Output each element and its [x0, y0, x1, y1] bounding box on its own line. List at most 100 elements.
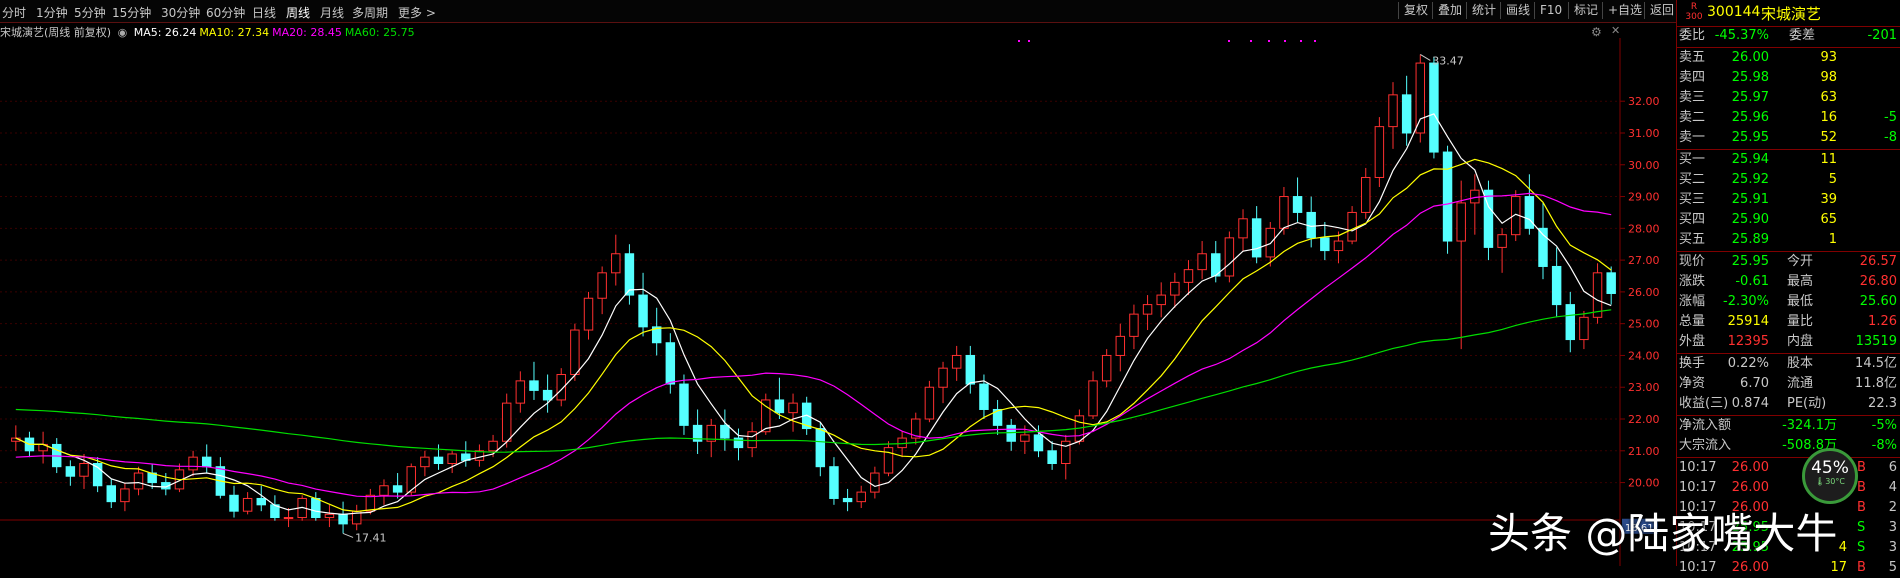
candle-body	[242, 497, 253, 512]
period-tab-4[interactable]: 30分钟	[161, 4, 200, 21]
tool-button-3[interactable]: 画线	[1500, 2, 1535, 19]
close-icon[interactable]: ✕	[1611, 24, 1620, 37]
tool-button-0[interactable]: 复权	[1398, 2, 1433, 19]
cell: -324.1万	[1782, 418, 1837, 433]
tool-button-7[interactable]: 返回	[1644, 2, 1679, 19]
candle-body	[1047, 450, 1057, 465]
candle-body	[392, 485, 403, 493]
candle-body	[65, 466, 76, 477]
cell: B	[1857, 560, 1866, 575]
candle-body	[624, 253, 635, 296]
tool-button-2[interactable]: 统计	[1466, 2, 1501, 19]
cell: 25.98	[1731, 70, 1769, 85]
gear-icon[interactable]: ⚙	[1591, 25, 1602, 39]
tool-button-5[interactable]: 标记	[1568, 2, 1603, 19]
y-tick-label: 20.00	[1628, 477, 1660, 490]
cell: -8%	[1871, 438, 1897, 453]
ma60-line	[15, 309, 1612, 453]
stat-row-1: 净资 6.70 流通 11.8亿	[1677, 374, 1900, 394]
cell: 5	[1888, 560, 1897, 575]
cell: 25.96	[1731, 110, 1769, 125]
tick-row-5: 10:17 26.00 17 B 5	[1677, 558, 1900, 578]
cell: B	[1857, 480, 1866, 495]
buy-level-3: 买四 25.90 65	[1677, 210, 1900, 230]
quote-row-2: 涨幅 -2.30% 最低 25.60	[1677, 292, 1900, 312]
tool-button-4[interactable]: F10	[1534, 2, 1567, 19]
tool-button-1[interactable]: 叠加	[1432, 2, 1467, 19]
period-tab-9[interactable]: 多周期	[352, 4, 388, 21]
period-tab-2[interactable]: 5分钟	[74, 4, 106, 21]
candle-body	[1456, 202, 1466, 242]
cell: 25.89	[1731, 232, 1769, 247]
cell: 26.00	[1731, 460, 1769, 475]
cell: -5	[1884, 110, 1897, 125]
cell: B	[1857, 460, 1866, 475]
high-price-label: 33.47	[1432, 54, 1464, 67]
candle-body	[597, 272, 607, 299]
cell: 买一	[1679, 152, 1706, 167]
tool-button-6[interactable]: +自选	[1602, 2, 1647, 19]
candle-body	[79, 463, 89, 477]
period-tab-10[interactable]: 更多 >	[398, 4, 436, 21]
cell: 卖二	[1679, 110, 1706, 125]
cell: 16	[1820, 110, 1837, 125]
cell: 25.92	[1731, 172, 1769, 187]
y-tick-label: 22.00	[1628, 413, 1660, 426]
kline-chart[interactable]: 32.00 31.00 30.00 29.00 28.00 27.00 26.00 25.00…	[0, 38, 1676, 566]
cell: 3	[1888, 520, 1897, 535]
candle-body	[679, 383, 689, 426]
candle-body	[951, 354, 962, 369]
cpu-gauge: 45% 🌡30°C	[1802, 448, 1858, 504]
period-tab-1[interactable]: 1分钟	[36, 4, 68, 21]
period-tab-0[interactable]: 分时	[2, 4, 26, 21]
candle-body	[515, 380, 526, 404]
period-tab-6[interactable]: 日线	[252, 4, 276, 21]
cell: 11.8亿	[1855, 376, 1897, 391]
cell: 今开	[1787, 254, 1814, 269]
candle-body	[1606, 272, 1616, 294]
period-tab-8[interactable]: 月线	[320, 4, 344, 21]
candle-body	[1088, 380, 1098, 417]
cell: 25.94	[1731, 152, 1769, 167]
candle-body	[283, 517, 294, 520]
candle-body	[883, 447, 894, 474]
cell: 买三	[1679, 192, 1706, 207]
cell: 买二	[1679, 172, 1706, 187]
candle-body	[1565, 304, 1576, 341]
stat-row-0: 换手 0.22% 股本 14.5亿	[1677, 354, 1900, 374]
cell: 6.70	[1740, 376, 1769, 391]
candle-body	[1470, 189, 1480, 204]
cell: 3	[1888, 540, 1897, 555]
period-toolbar: 分时 1分钟 5分钟 15分钟 30分钟 60分钟 日线 周线 月线 多周期 更多 > 复权 叠加 统计画…	[0, 0, 1676, 23]
candle-body	[1374, 126, 1385, 178]
cell: 4	[1888, 480, 1897, 495]
candle-body	[1279, 196, 1289, 229]
candle-body	[842, 497, 853, 503]
stock-header: R 300 300144 宋城演艺	[1677, 0, 1900, 27]
candle-body	[338, 513, 348, 525]
candle-body	[870, 472, 880, 493]
period-tab-7[interactable]: 周线	[286, 4, 310, 21]
candle-body	[120, 488, 130, 503]
quote-row-1: 涨跌 -0.61 最高 26.80	[1677, 272, 1900, 292]
quote-panel: R 300 300144 宋城演艺 委比 -45.37% 委差 -201 卖五 26.00 9…	[1676, 0, 1900, 575]
period-tab-3[interactable]: 15分钟	[112, 4, 151, 21]
cell: 39	[1820, 192, 1837, 207]
cell: 25914	[1727, 314, 1769, 329]
candle-body	[1551, 265, 1562, 306]
candle-body	[1006, 424, 1016, 442]
cell: 内盘	[1787, 334, 1814, 349]
candle-body	[324, 513, 335, 519]
y-tick-label: 24.00	[1628, 349, 1660, 362]
y-tick-label: 29.00	[1628, 191, 1660, 204]
cell: -2.30%	[1723, 294, 1769, 309]
cell: 外盘	[1679, 334, 1706, 349]
cell: 25.95	[1731, 130, 1769, 145]
cell: 65	[1820, 212, 1837, 227]
cell: 2	[1888, 500, 1897, 515]
cell: -0.61	[1735, 274, 1769, 289]
cell: 98	[1820, 70, 1837, 85]
period-tab-5[interactable]: 60分钟	[206, 4, 245, 21]
cell: -8	[1884, 130, 1897, 145]
candle-body	[938, 367, 948, 388]
